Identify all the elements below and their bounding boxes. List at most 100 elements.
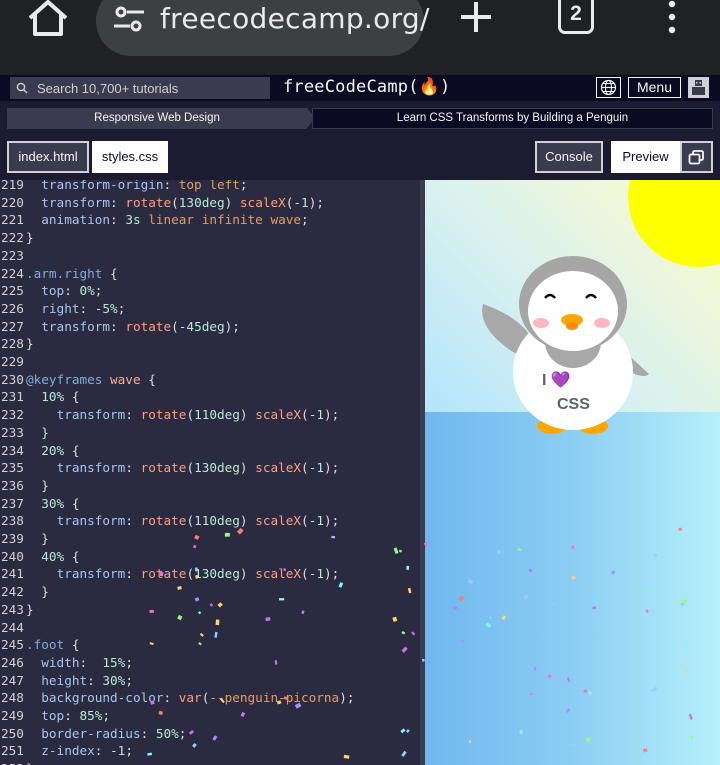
- code-line[interactable]: 251 z-index: -1;: [0, 742, 420, 760]
- browser-toolbar: freecodecamp.org/ 2: [0, 0, 720, 75]
- tab-count: 2: [570, 2, 582, 25]
- code-text: @keyframes wave {: [26, 371, 156, 387]
- url-text[interactable]: freecodecamp.org/: [160, 2, 430, 35]
- code-text: width: 15%;: [41, 654, 133, 670]
- code-line[interactable]: 248 background-color: var(--penguin-pico…: [0, 689, 420, 707]
- code-text: transform: rotate(-45deg);: [41, 318, 240, 334]
- code-line[interactable]: 219 transform-origin: top left;: [0, 180, 420, 194]
- search-input[interactable]: Search 10,700+ tutorials: [10, 77, 270, 99]
- code-text: border-radius: 50%;: [41, 725, 187, 741]
- line-number: 246: [1, 654, 24, 670]
- code-line[interactable]: 225 top: 0%;: [0, 282, 420, 300]
- code-text: animation: 3s linear infinite wave;: [41, 212, 309, 228]
- tune-icon[interactable]: [112, 4, 146, 34]
- code-line[interactable]: 247 height: 30%;: [0, 672, 420, 690]
- code-line[interactable]: 229: [0, 353, 420, 371]
- code-line[interactable]: 252}: [0, 760, 420, 765]
- line-number: 249: [1, 708, 24, 723]
- code-text: }: [26, 477, 49, 493]
- popout-preview-button[interactable]: [680, 141, 713, 173]
- more-vert-icon[interactable]: [662, 0, 682, 36]
- code-line[interactable]: 242 }: [0, 583, 420, 601]
- line-number: 236: [1, 477, 24, 493]
- code-text: transform: rotate(130deg) scaleX(-1);: [56, 566, 340, 582]
- penguin-text-love: I 💜: [542, 372, 571, 389]
- line-number: 235: [1, 460, 24, 476]
- code-line[interactable]: 236 }: [0, 477, 420, 495]
- code-line[interactable]: 234 20% {: [0, 442, 420, 460]
- code-text: transform: rotate(110deg) scaleX(-1);: [56, 407, 340, 423]
- code-text: }: [26, 424, 49, 440]
- popout-icon: [688, 150, 704, 165]
- line-number: 248: [1, 690, 24, 706]
- code-line[interactable]: 245 .foot {: [0, 636, 420, 654]
- line-number: 220: [1, 194, 24, 210]
- code-line[interactable]: 243}: [0, 601, 420, 619]
- code-line[interactable]: 224 .arm.right {: [0, 265, 420, 283]
- code-line[interactable]: 226 right: -5%;: [0, 300, 420, 318]
- language-button[interactable]: [596, 77, 621, 98]
- code-line[interactable]: 230 @keyframes wave {: [0, 371, 420, 389]
- code-line[interactable]: 228}: [0, 335, 420, 353]
- code-text: 10% {: [41, 389, 80, 405]
- user-avatar-icon: [688, 77, 709, 98]
- tab-index-html[interactable]: index.html: [7, 141, 89, 173]
- code-line[interactable]: 220 transform: rotate(130deg) scaleX(-1)…: [0, 194, 420, 212]
- home-icon[interactable]: [26, 0, 70, 40]
- avatar[interactable]: [688, 77, 709, 98]
- line-number: 240: [1, 548, 24, 564]
- line-number: 251: [1, 743, 24, 759]
- code-line[interactable]: 232 transform: rotate(110deg) scaleX(-1)…: [0, 406, 420, 424]
- preview-ground: [425, 412, 720, 765]
- line-number: 227: [1, 318, 24, 334]
- code-line[interactable]: 231 10% {: [0, 388, 420, 406]
- line-number: 238: [1, 513, 24, 529]
- code-line[interactable]: 240 40% {: [0, 548, 420, 566]
- code-line[interactable]: 235 transform: rotate(130deg) scaleX(-1)…: [0, 459, 420, 477]
- fcc-logo[interactable]: freeCodeCamp(🔥): [283, 77, 450, 97]
- line-number: 241: [1, 566, 24, 582]
- code-line[interactable]: 241 transform: rotate(130deg) scaleX(-1)…: [0, 565, 420, 583]
- preview-pane: I 💜 CSS: [425, 180, 720, 765]
- console-button[interactable]: Console: [535, 141, 603, 173]
- code-text: transform: rotate(130deg) scaleX(-1);: [56, 460, 340, 476]
- url-bar[interactable]: freecodecamp.org/: [96, 0, 429, 56]
- code-line[interactable]: 221 animation: 3s linear infinite wave;: [0, 211, 420, 229]
- tab-styles-css[interactable]: styles.css: [92, 141, 168, 173]
- code-line[interactable]: 246 width: 15%;: [0, 654, 420, 672]
- code-line[interactable]: 249 top: 85%;: [0, 707, 420, 725]
- menu-button[interactable]: Menu: [628, 77, 681, 98]
- penguin-left-cheek: [533, 318, 549, 328]
- code-line[interactable]: 233 }: [0, 424, 420, 442]
- line-number: 228: [1, 336, 24, 352]
- code-text: .foot {: [26, 637, 80, 653]
- penguin-right-cheek: [594, 318, 610, 328]
- code-text: top: 0%;: [41, 283, 103, 299]
- line-number: 224: [1, 265, 24, 281]
- code-line[interactable]: 239 }: [0, 530, 420, 548]
- code-line[interactable]: 250 border-radius: 50%;: [0, 725, 420, 743]
- breadcrumb-course-label: Responsive Web Design: [94, 112, 220, 124]
- breadcrumb-course[interactable]: Responsive Web Design: [7, 108, 315, 129]
- globe-icon: [600, 79, 617, 96]
- line-number: 239: [1, 531, 24, 546]
- line-number: 250: [1, 725, 24, 741]
- code-line[interactable]: 222}: [0, 229, 420, 247]
- line-number: 242: [1, 584, 24, 600]
- penguin-text-css: CSS: [557, 396, 590, 413]
- plus-icon[interactable]: [458, 0, 494, 36]
- line-number: 230: [1, 371, 24, 387]
- code-line[interactable]: 223: [0, 247, 420, 265]
- code-text: transform: rotate(130deg) scaleX(-1);: [41, 194, 324, 210]
- breadcrumb-project[interactable]: Learn CSS Transforms by Building a Pengu…: [312, 108, 713, 129]
- tab-switcher-icon[interactable]: 2: [558, 0, 594, 34]
- code-line[interactable]: 227 transform: rotate(-45deg);: [0, 318, 420, 336]
- code-editor[interactable]: 219 transform-origin: top left; 220 trans…: [0, 180, 420, 765]
- code-line[interactable]: 244: [0, 619, 420, 637]
- line-number: 223: [1, 247, 24, 263]
- code-line[interactable]: 238 transform: rotate(110deg) scaleX(-1)…: [0, 512, 420, 530]
- code-line[interactable]: 237 30% {: [0, 495, 420, 513]
- line-number: 237: [1, 495, 24, 511]
- line-number: 225: [1, 283, 24, 299]
- preview-button[interactable]: Preview: [611, 141, 680, 173]
